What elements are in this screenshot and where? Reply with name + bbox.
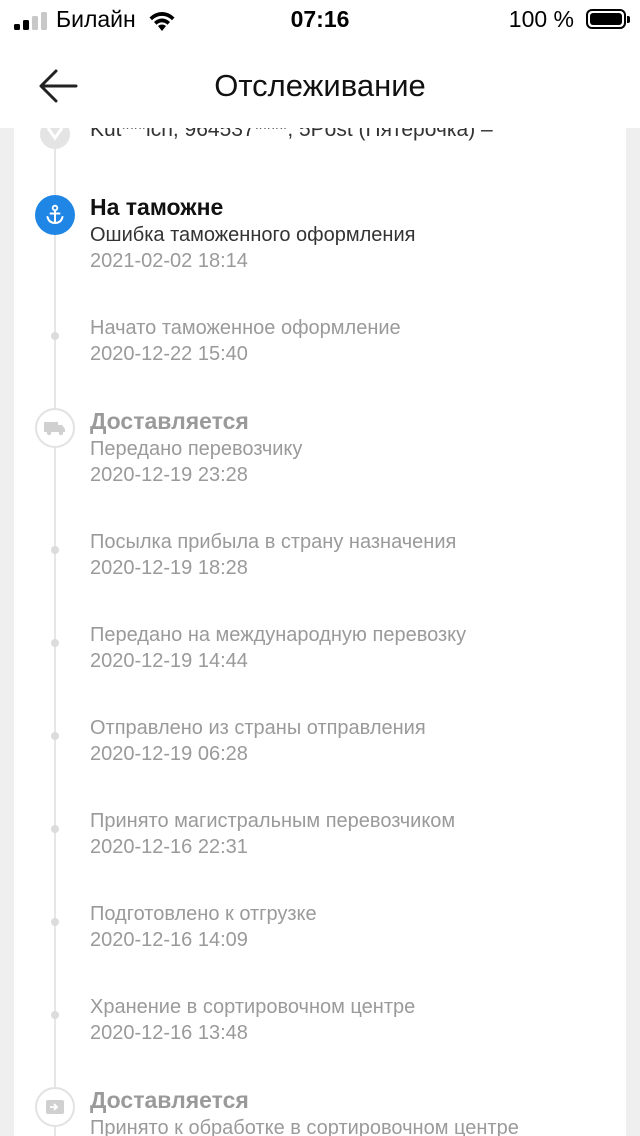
event-description: Передано перевозчику [90,438,303,460]
event-time: 2021-02-02 18:14 [90,250,248,272]
event-time: 2020-12-19 23:28 [90,464,248,486]
event-description: Отправлено из страны отправления [90,717,426,739]
timeline-dot [51,918,59,926]
event-status: На таможне [90,194,224,220]
event-time: 2020-12-16 22:31 [90,836,248,858]
event-time: 2020-12-19 06:28 [90,743,248,765]
event-time: 2020-12-19 18:28 [90,557,248,579]
truck-icon [35,408,75,448]
event-description: Принято к обработке в сортировочном цент… [90,1117,519,1136]
event-status: Доставляется [90,408,249,434]
event-description: Принято магистральным перевозчиком [90,810,456,832]
event-time: 2020-12-19 14:44 [90,650,248,672]
event-time: 2020-12-22 15:40 [90,343,248,365]
timeline-dot [51,1011,59,1019]
address-row: Kut***ich, 964537****, 5Post (Пятерочка)… [14,128,626,152]
sorting-center-icon [35,1087,75,1127]
location-pin-icon [40,128,70,149]
timeline-dot [51,332,59,340]
page-title: Отслеживание [214,68,426,103]
timeline-dot [51,546,59,554]
event-time: 2020-12-16 14:09 [90,929,248,951]
event-description: Передано на международную перевозку [90,624,467,646]
event-description: Ошибка таможенного оформления [90,224,416,246]
battery-percentage: 100 % [508,6,574,32]
navigation-bar: Отслеживание [0,44,640,128]
tracking-card: Kut***ich, 964537****, 5Post (Пятерочка)… [14,128,626,1136]
timeline-dot [51,732,59,740]
anchor-icon [35,195,75,235]
event-description: Начато таможенное оформление [90,317,401,339]
event-time: 2020-12-16 13:48 [90,1022,248,1044]
timeline-dot [51,639,59,647]
timeline-dot [51,825,59,833]
status-bar: Билайн 07:16 100 % [0,0,640,44]
event-description: Посылка прибыла в страну назначения [90,531,457,553]
delivery-address: Kut***ich, 964537****, 5Post (Пятерочка)… [90,128,493,141]
event-status: Доставляется [90,1087,249,1113]
battery-icon [586,9,630,29]
event-description: Хранение в сортировочном центре [90,996,416,1018]
timeline-line [54,128,56,1136]
event-description: Подготовлено к отгрузке [90,903,317,925]
